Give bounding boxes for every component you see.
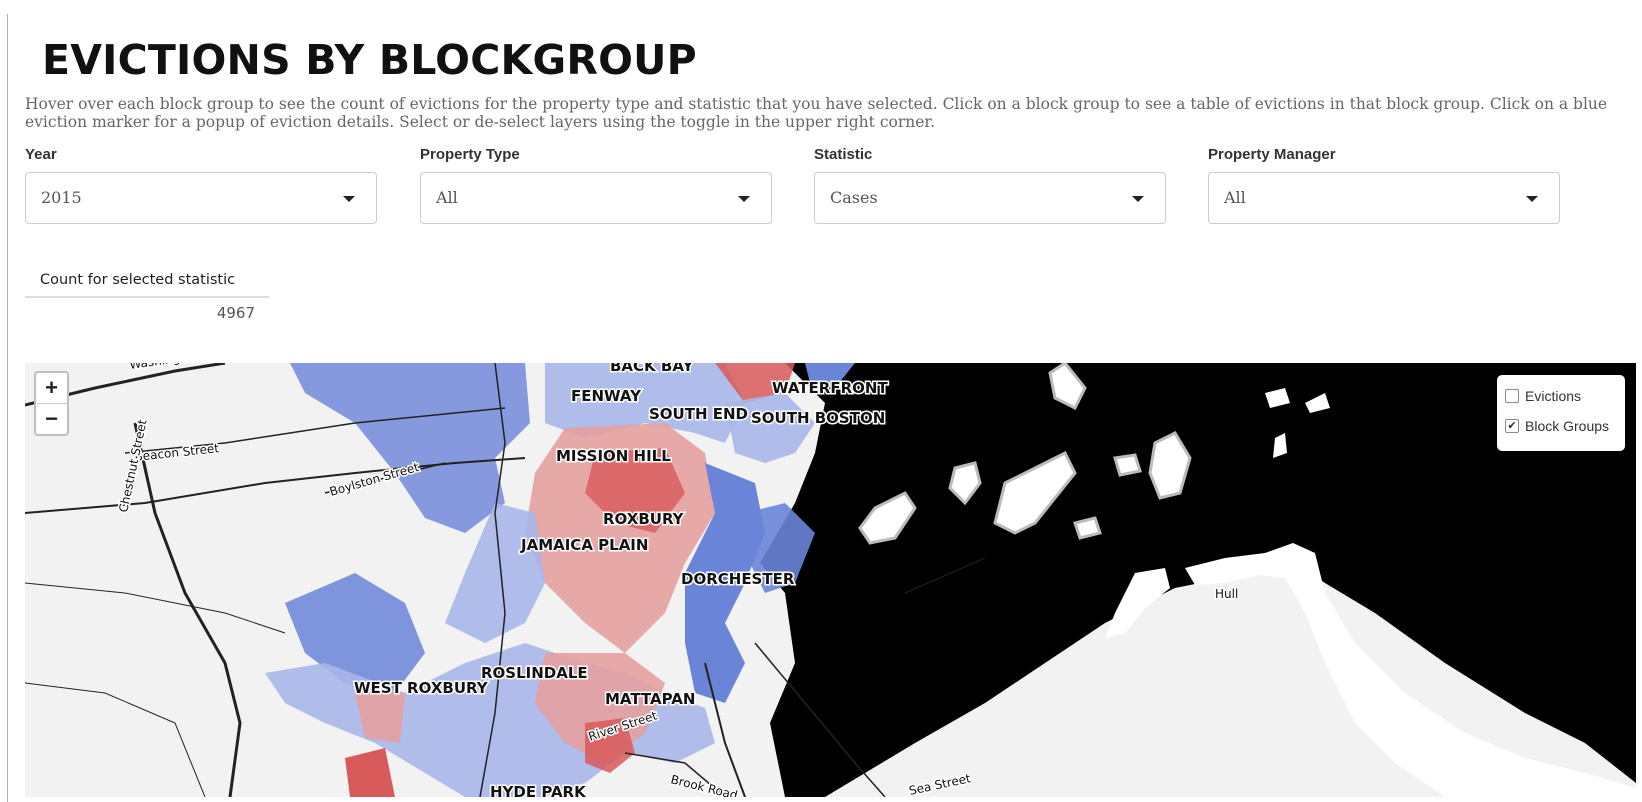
neighborhood-label: SOUTH END (649, 405, 748, 423)
block-groups-checkbox[interactable]: ✔ (1505, 419, 1519, 433)
chevron-down-icon (738, 196, 750, 202)
property-manager-filter: Property Manager All (1208, 146, 1560, 224)
evictions-checkbox[interactable] (1505, 389, 1519, 403)
layer-toggle-block-groups[interactable]: ✔ Block Groups (1505, 418, 1609, 434)
property-manager-select[interactable]: All (1208, 172, 1560, 224)
year-select-value: 2015 (41, 188, 82, 207)
layer-control: Evictions ✔ Block Groups (1497, 375, 1625, 451)
count-table: Count for selected statistic 4967 (25, 272, 269, 322)
island (1113, 453, 1142, 477)
eviction-map[interactable]: BACK BAY FENWAY WATERFRONT SOUTH END SOU… (25, 363, 1636, 797)
statistic-select[interactable]: Cases (814, 172, 1166, 224)
neighborhood-label: MISSION HILL (556, 447, 671, 465)
page-title: EVICTIONS BY BLOCKGROUP (42, 36, 697, 84)
count-table-header: Count for selected statistic (25, 272, 269, 298)
neighborhood-label: MATTAPAN (605, 690, 695, 708)
place-label: Hull (1215, 587, 1238, 601)
layer-label: Block Groups (1525, 418, 1610, 434)
zoom-out-button[interactable]: − (36, 403, 67, 434)
layer-toggle-evictions[interactable]: Evictions (1505, 388, 1581, 404)
year-label: Year (25, 146, 57, 163)
property-type-label: Property Type (420, 146, 520, 163)
left-border-rule (7, 14, 8, 802)
property-type-select[interactable]: All (420, 172, 772, 224)
statistic-select-value: Cases (830, 188, 878, 207)
chevron-down-icon (1526, 196, 1538, 202)
year-filter: Year 2015 (25, 146, 377, 224)
property-manager-select-value: All (1224, 188, 1246, 207)
map-canvas[interactable]: BACK BAY FENWAY WATERFRONT SOUTH END SOU… (25, 363, 1636, 797)
neighborhood-label: ROXBURY (603, 510, 685, 528)
neighborhood-label: FENWAY (571, 387, 642, 405)
neighborhood-label: BACK BAY (610, 363, 695, 375)
zoom-control: + − (34, 371, 69, 436)
count-table-value: 4967 (216, 304, 255, 322)
neighborhood-label: ROSLINDALE (481, 664, 588, 682)
year-select[interactable]: 2015 (25, 172, 377, 224)
island (1073, 516, 1102, 540)
chevron-down-icon (343, 196, 355, 202)
page-description: Hover over each block group to see the c… (25, 95, 1608, 131)
neighborhood-label: WEST ROXBURY (354, 679, 489, 697)
statistic-label: Statistic (814, 146, 873, 163)
property-type-filter: Property Type All (420, 146, 772, 224)
statistic-filter: Statistic Cases (814, 146, 1166, 224)
neighborhood-label: JAMAICA PLAIN (520, 536, 648, 554)
zoom-in-button[interactable]: + (36, 373, 67, 403)
layer-label: Evictions (1525, 388, 1582, 404)
property-type-select-value: All (436, 188, 458, 207)
chevron-down-icon (1132, 196, 1144, 202)
neighborhood-label: DORCHESTER (681, 570, 795, 588)
neighborhood-label: HYDE PARK (490, 783, 587, 797)
neighborhood-label: SOUTH BOSTON (751, 409, 885, 427)
property-manager-label: Property Manager (1208, 146, 1336, 163)
neighborhood-label: WATERFRONT (772, 379, 888, 397)
